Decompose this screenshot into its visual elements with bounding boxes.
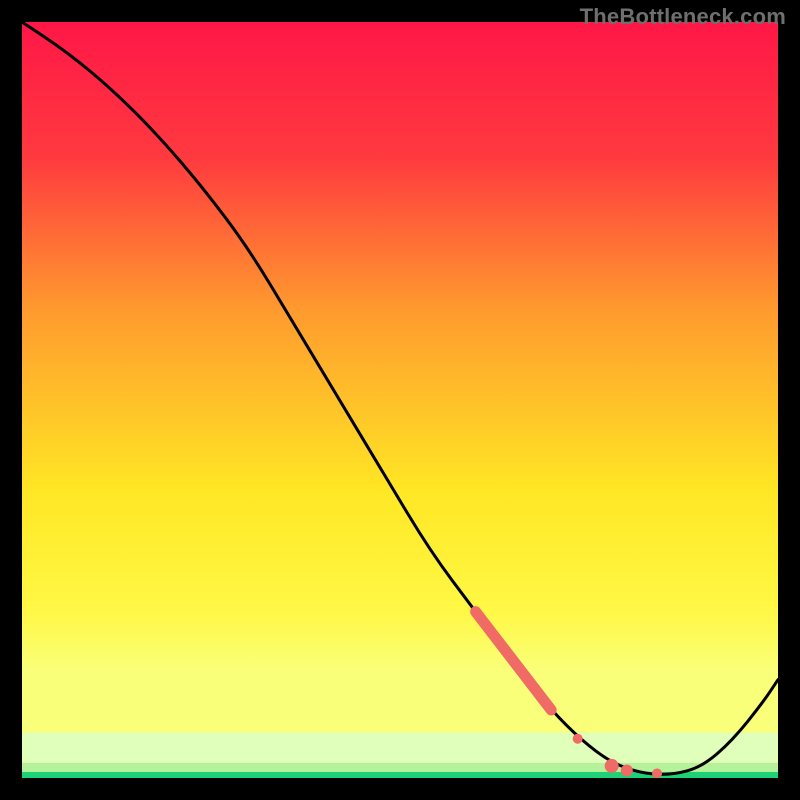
highlight-dot-3 <box>652 768 662 778</box>
pale-band <box>22 733 778 763</box>
chart-canvas <box>0 0 800 800</box>
green-transition-band <box>22 763 778 772</box>
highlight-dot-2 <box>621 764 633 776</box>
highlight-dot-0 <box>573 734 583 744</box>
watermark-label: TheBottleneck.com <box>580 4 786 30</box>
chart-frame: TheBottleneck.com <box>0 0 800 800</box>
gradient-background <box>22 22 778 778</box>
highlight-dot-1 <box>605 759 619 773</box>
